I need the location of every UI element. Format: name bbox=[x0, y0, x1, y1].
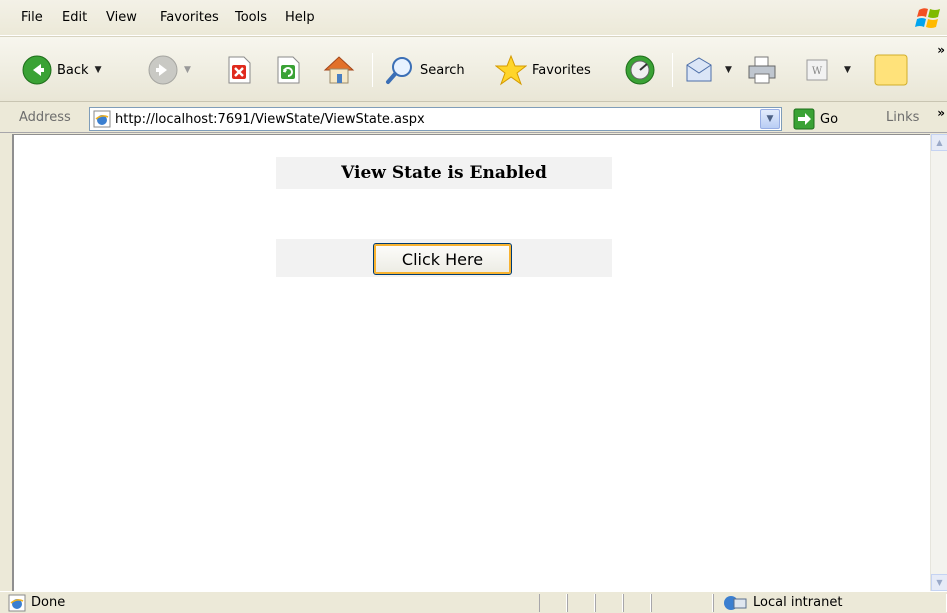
menu-tools[interactable]: Tools bbox=[231, 8, 271, 27]
back-label: Back bbox=[57, 62, 89, 78]
favorites-star-icon bbox=[495, 54, 527, 86]
menu-view[interactable]: View bbox=[102, 8, 141, 27]
status-pane bbox=[539, 594, 567, 612]
status-pane bbox=[651, 594, 713, 612]
go-label: Go bbox=[820, 111, 839, 127]
menu-help[interactable]: Help bbox=[281, 8, 319, 27]
click-here-button[interactable]: Click Here bbox=[373, 243, 512, 275]
status-text: Done bbox=[31, 595, 66, 610]
status-bar: Done Local intranet bbox=[0, 591, 947, 613]
edit-dropdown-icon[interactable]: ▼ bbox=[844, 65, 851, 75]
page-content: View State is Enabled Click Here bbox=[12, 134, 930, 591]
address-dropdown-icon[interactable]: ▼ bbox=[760, 109, 780, 129]
local-intranet-icon bbox=[724, 596, 747, 610]
menu-file[interactable]: File bbox=[17, 8, 47, 27]
button-cell: Click Here bbox=[276, 239, 612, 277]
back-arrow-icon bbox=[22, 55, 52, 85]
scroll-down-icon[interactable]: ▼ bbox=[931, 574, 947, 591]
messenger-button[interactable] bbox=[874, 51, 908, 89]
mail-icon bbox=[686, 57, 712, 82]
search-button[interactable]: Search bbox=[385, 51, 465, 89]
links-overflow-icon[interactable]: » bbox=[937, 106, 945, 120]
print-button[interactable] bbox=[746, 51, 778, 89]
status-pane bbox=[623, 594, 651, 612]
home-icon bbox=[323, 56, 355, 84]
printer-icon bbox=[748, 56, 776, 84]
forward-button[interactable]: ▼ bbox=[148, 51, 191, 89]
vertical-scrollbar[interactable]: ▲ ▼ bbox=[930, 134, 947, 591]
toolbar-separator bbox=[372, 53, 373, 87]
toolbar-separator bbox=[672, 53, 673, 87]
forward-dropdown-icon[interactable]: ▼ bbox=[184, 65, 191, 75]
search-label: Search bbox=[420, 62, 465, 78]
search-icon bbox=[386, 57, 412, 84]
page-heading: View State is Enabled bbox=[341, 163, 547, 183]
ie-page-status-icon bbox=[8, 594, 26, 612]
address-field[interactable]: ▼ bbox=[89, 107, 782, 131]
go-button[interactable]: Go bbox=[793, 107, 838, 131]
go-arrow-icon bbox=[793, 108, 815, 130]
favorites-button[interactable]: Favorites bbox=[495, 51, 591, 89]
links-label[interactable]: Links bbox=[886, 110, 919, 125]
standard-toolbar: Back ▼ ▼ Search Favorites ▼ W ▼ » bbox=[0, 36, 947, 102]
status-pane bbox=[567, 594, 595, 612]
mail-button[interactable]: ▼ bbox=[685, 51, 732, 89]
address-bar: Address ▼ Go Links » bbox=[0, 103, 947, 133]
mail-dropdown-icon[interactable]: ▼ bbox=[725, 65, 732, 75]
svg-text:W: W bbox=[812, 66, 823, 77]
security-zone-text: Local intranet bbox=[753, 595, 843, 610]
browser-viewport: View State is Enabled Click Here ▲ ▼ bbox=[0, 134, 947, 591]
refresh-icon bbox=[277, 56, 300, 84]
media-icon bbox=[625, 55, 655, 85]
toolbar-overflow-icon[interactable]: » bbox=[937, 43, 945, 57]
ie-page-icon bbox=[93, 110, 111, 128]
address-input[interactable] bbox=[115, 111, 755, 127]
back-dropdown-icon[interactable]: ▼ bbox=[95, 65, 102, 75]
windows-logo-icon bbox=[915, 8, 940, 28]
menu-edit[interactable]: Edit bbox=[58, 8, 91, 27]
edit-button[interactable]: W ▼ bbox=[806, 51, 851, 89]
menu-bar: File Edit View Favorites Tools Help bbox=[0, 0, 947, 36]
sticky-note-icon bbox=[874, 54, 908, 86]
status-pane bbox=[595, 594, 623, 612]
favorites-label: Favorites bbox=[532, 62, 591, 78]
refresh-button[interactable] bbox=[275, 51, 301, 89]
word-edit-icon: W bbox=[806, 59, 828, 81]
home-button[interactable] bbox=[323, 51, 355, 89]
heading-cell: View State is Enabled bbox=[276, 157, 612, 189]
back-button[interactable]: Back ▼ bbox=[22, 51, 101, 89]
stop-button[interactable] bbox=[226, 51, 252, 89]
menu-favorites[interactable]: Favorites bbox=[156, 8, 223, 27]
address-label: Address bbox=[19, 110, 71, 125]
forward-arrow-icon bbox=[148, 55, 178, 85]
scroll-up-icon[interactable]: ▲ bbox=[931, 134, 947, 151]
media-button[interactable] bbox=[624, 51, 656, 89]
stop-icon bbox=[228, 56, 251, 84]
